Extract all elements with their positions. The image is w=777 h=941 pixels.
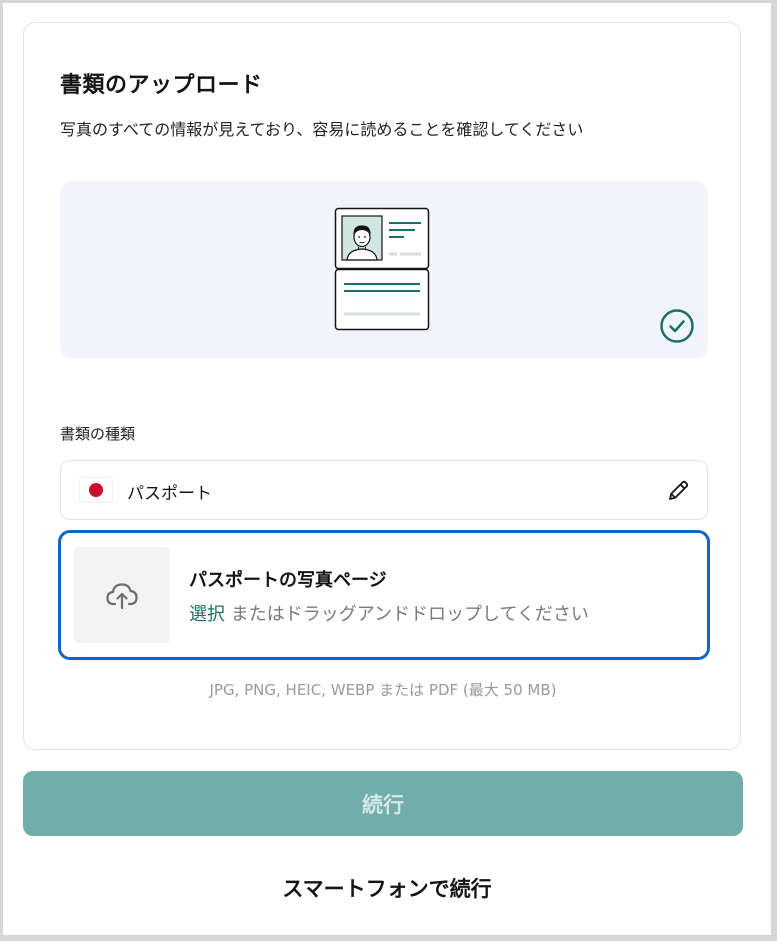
page-title: 書類のアップロード bbox=[60, 73, 263, 98]
upload-instruction-row: 選択 またはドラッグアンドドロップしてください bbox=[189, 600, 589, 626]
id-document-illustration bbox=[334, 207, 430, 331]
upload-thumbnail bbox=[74, 547, 170, 643]
page-subtitle: 写真のすべての情報が見えており、容易に読めることを確認してください bbox=[60, 120, 584, 139]
document-type-label: 書類の種類 bbox=[60, 425, 136, 443]
cloud-upload-icon bbox=[106, 583, 138, 610]
document-type-value: パスポート bbox=[127, 484, 212, 504]
upload-card: 書類のアップロード 写真のすべての情報が見えており、容易に読めることを確認してく… bbox=[23, 22, 741, 750]
document-illustration-panel bbox=[60, 181, 708, 358]
continue-on-smartphone-link[interactable]: スマートフォンで続行 bbox=[3, 873, 771, 903]
upload-instruction: またはドラッグアンドドロップしてください bbox=[230, 604, 589, 625]
document-type-selector[interactable]: パスポート bbox=[60, 460, 708, 520]
pencil-icon[interactable] bbox=[665, 478, 691, 504]
accepted-formats-note: JPG, PNG, HEIC, WEBP または PDF (最大 50 MB) bbox=[209, 681, 557, 699]
select-file-link[interactable]: 選択 bbox=[189, 604, 225, 625]
japan-flag-icon bbox=[79, 477, 113, 503]
page-viewport: 書類のアップロード 写真のすべての情報が見えており、容易に読めることを確認してく… bbox=[3, 3, 771, 935]
upload-title: パスポートの写真ページ bbox=[189, 570, 387, 591]
file-upload-dropzone[interactable]: パスポートの写真ページ 選択 またはドラッグアンドドロップしてください bbox=[58, 530, 710, 660]
continue-button[interactable]: 続行 bbox=[23, 771, 743, 836]
check-circle-icon bbox=[660, 309, 694, 343]
